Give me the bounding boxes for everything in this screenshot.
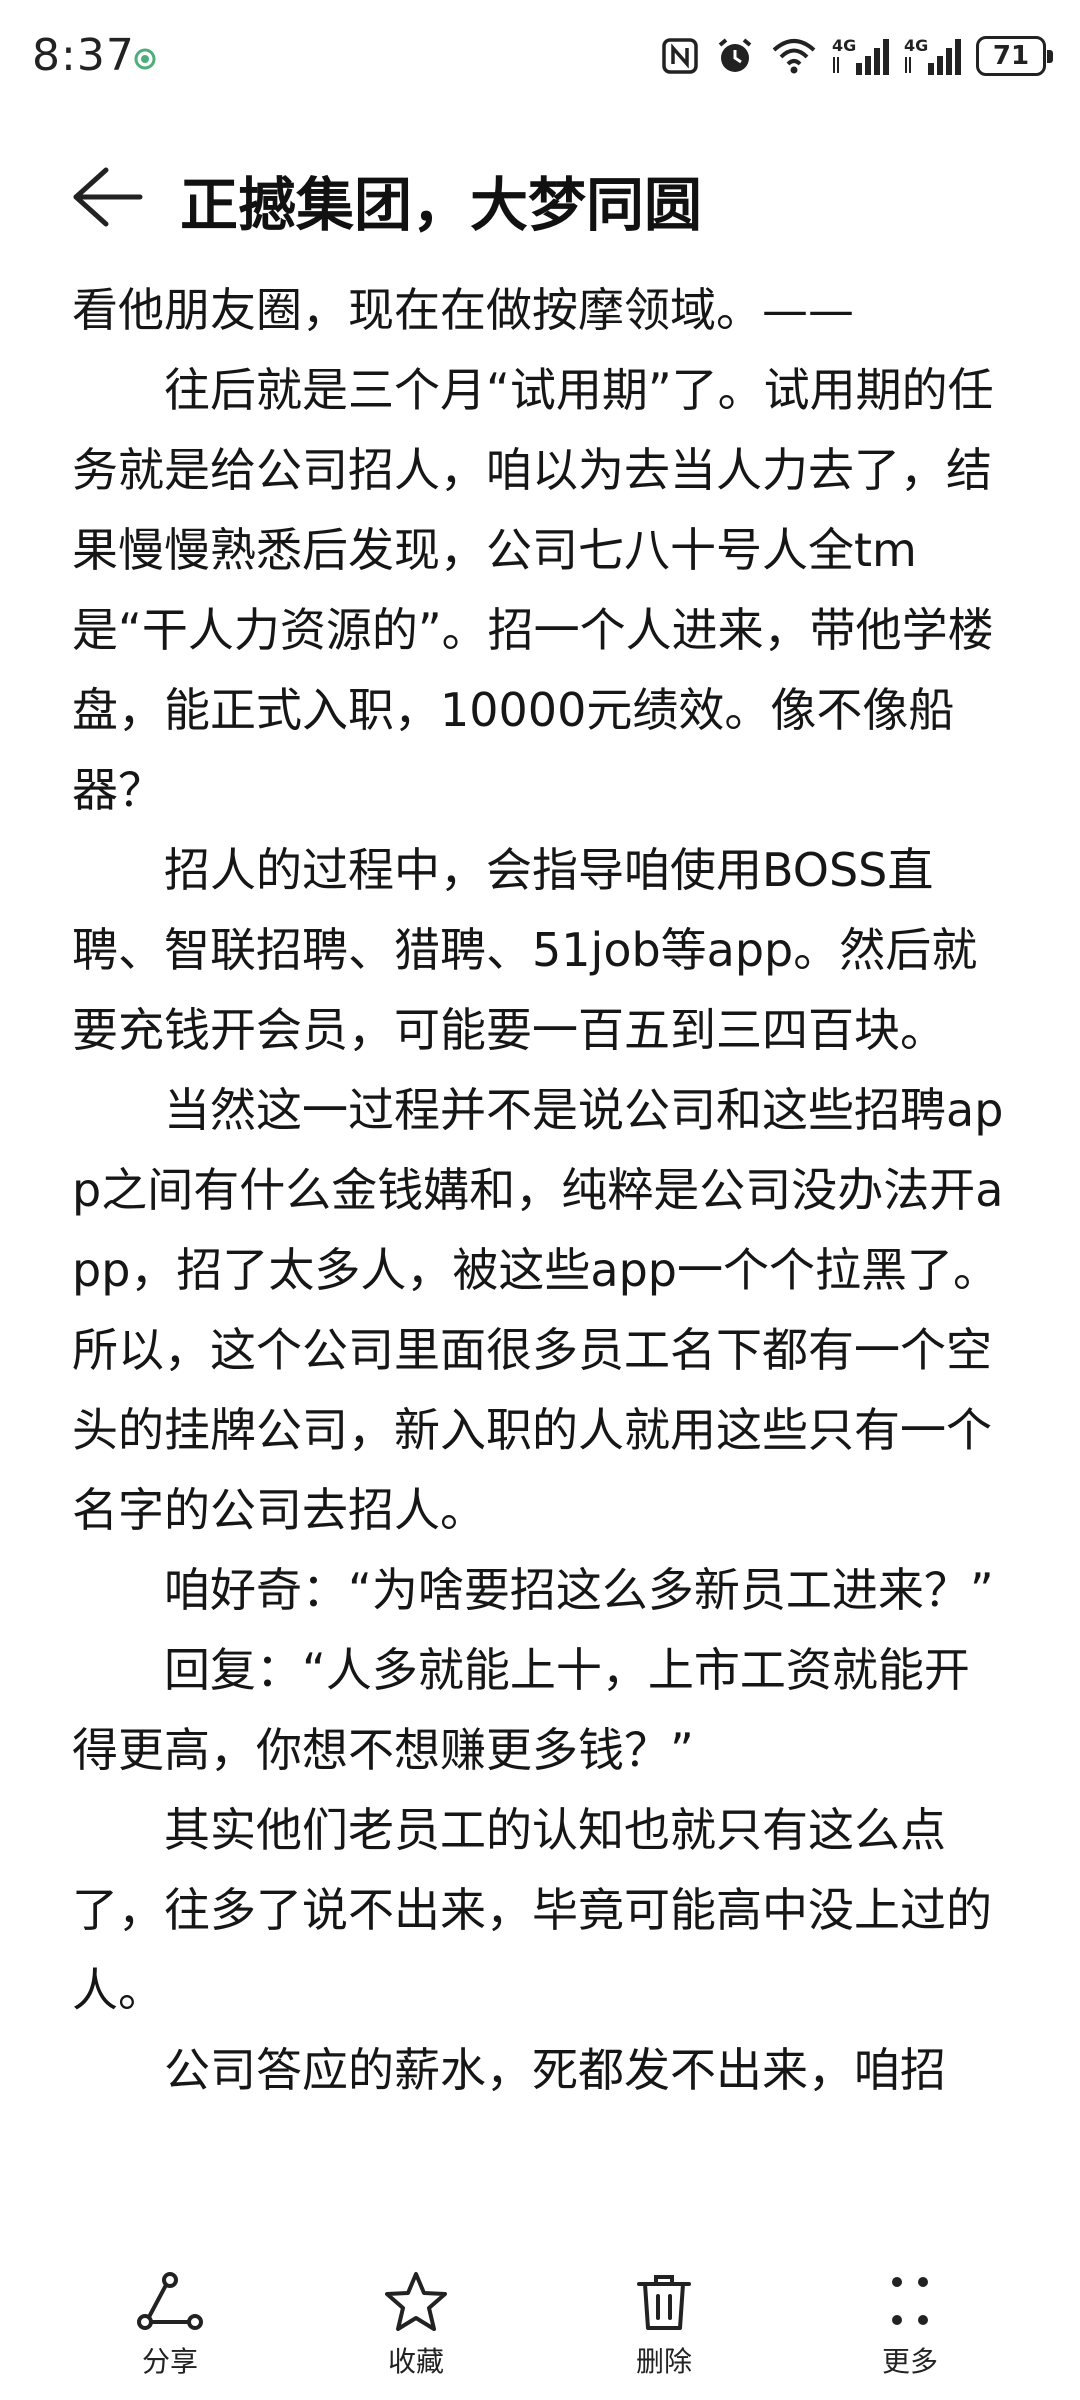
status-time: 8:37 <box>32 30 135 81</box>
battery-icon: 71 <box>976 36 1053 76</box>
article-paragraph: 其实他们老员工的认知也就只有这么点了，往多了说不出来，毕竟可能高中没上过的人。 <box>72 1803 992 2017</box>
star-icon <box>385 2272 447 2331</box>
header: 正撼集团，大梦同圆 <box>0 140 1080 250</box>
wifi-icon <box>772 39 816 74</box>
favorite-label: 收藏 <box>387 2345 444 2378</box>
signal-4g-icon-1: 4G <box>832 36 889 75</box>
svg-text:4G: 4G <box>832 36 856 55</box>
back-arrow-icon[interactable] <box>66 162 146 232</box>
share-label: 分享 <box>141 2345 198 2378</box>
article-paragraph: 当然这一过程并不是说公司和这些招聘app之间有什么金钱媾和，纯粹是公司没办法开a… <box>72 1083 1004 1537</box>
delete-button[interactable]: 删除 <box>594 2270 734 2390</box>
battery-level: 71 <box>992 41 1030 71</box>
article-paragraph: 看他朋友圈，现在在做按摩领域。—— <box>72 283 854 337</box>
nfc-icon <box>662 38 698 74</box>
signal-4g-icon-2: 4G <box>904 36 961 75</box>
delete-label: 删除 <box>635 2345 692 2378</box>
article-paragraph: 咱好奇：“为啥要招这么多新员工进来？” <box>164 1563 994 1617</box>
alarm-icon <box>718 38 752 72</box>
share-icon <box>137 2272 203 2330</box>
status-icons: 4G 4G 71 <box>660 34 1053 78</box>
svg-text:4G: 4G <box>904 36 928 55</box>
share-button[interactable]: 分享 <box>100 2270 240 2390</box>
article-body: 看他朋友圈，现在在做按摩领域。—— 往后就是三个月“试用期”了。试用期的任务就是… <box>72 270 1012 2190</box>
more-label: 更多 <box>881 2345 938 2378</box>
app-notification-icon <box>134 48 156 70</box>
article-paragraph: 往后就是三个月“试用期”了。试用期的任务就是给公司招人，咱以为去当人力去了，结果… <box>72 363 994 817</box>
more-dots-icon <box>892 2277 928 2325</box>
trash-icon <box>637 2275 691 2330</box>
page-title: 正撼集团，大梦同圆 <box>180 171 703 239</box>
article-paragraph: 公司答应的薪水，死都发不出来，咱招 <box>164 2043 946 2097</box>
article-paragraph: 招人的过程中，会指导咱使用BOSS直聘、智联招聘、猎聘、51job等app。然后… <box>72 843 978 1057</box>
article-paragraph: 回复：“人多就能上十，上市工资就能开得更高，你想不想赚更多钱？” <box>72 1643 970 1777</box>
status-bar: 8:37 4G 4G 71 <box>0 0 1080 120</box>
bottom-toolbar: 分享 收藏 删除 更多 <box>0 2240 1080 2400</box>
more-button[interactable]: 更多 <box>840 2270 980 2390</box>
favorite-button[interactable]: 收藏 <box>346 2270 486 2390</box>
